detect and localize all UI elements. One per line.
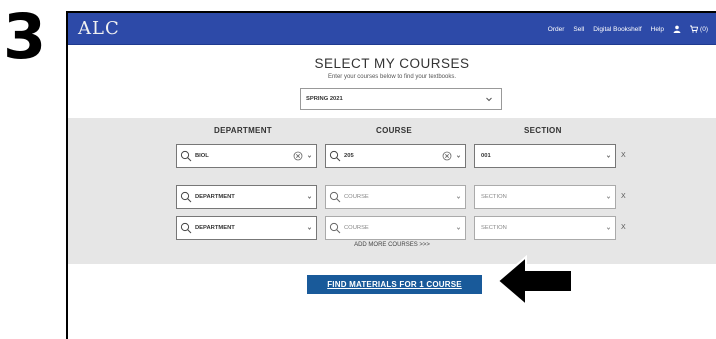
course-field[interactable]: COURSE	[325, 216, 466, 240]
course-field[interactable]: 205	[325, 144, 466, 168]
chevron-down-icon	[307, 155, 312, 158]
course-field[interactable]: COURSE	[325, 185, 466, 209]
nav-order[interactable]: Order	[548, 26, 565, 33]
top-nav: Order Sell Digital Bookshelf Help (0)	[548, 13, 708, 45]
department-value: BIOL	[195, 153, 209, 159]
search-icon	[329, 222, 341, 234]
section-header: SECTION	[524, 126, 562, 135]
site-logo[interactable]: ALC	[78, 18, 120, 39]
section-field[interactable]: SECTION	[474, 185, 616, 209]
remove-course-button[interactable]: X	[621, 152, 626, 159]
section-value: 001	[481, 153, 491, 159]
term-select[interactable]: SPRING 2021	[300, 88, 502, 110]
remove-course-button[interactable]: X	[621, 224, 626, 231]
course-placeholder: COURSE	[344, 225, 369, 231]
chevron-down-icon	[606, 227, 611, 230]
department-field[interactable]: DEPARTMENT	[176, 185, 317, 209]
cart-count: (0)	[700, 25, 708, 33]
course-header: COURSE	[376, 126, 413, 135]
section-placeholder: SECTION	[481, 194, 507, 200]
section-field[interactable]: SECTION	[474, 216, 616, 240]
chevron-down-icon	[307, 227, 312, 230]
cart-icon	[690, 25, 699, 33]
search-icon	[329, 150, 341, 162]
page-subtitle: Enter your courses below to find your te…	[327, 74, 457, 80]
chevron-down-icon	[606, 155, 611, 158]
clear-icon	[442, 151, 452, 161]
department-field[interactable]: BIOL	[176, 144, 317, 168]
search-icon	[180, 191, 192, 203]
course-placeholder: COURSE	[344, 194, 369, 200]
chevron-down-icon	[486, 97, 492, 102]
department-field[interactable]: DEPARTMENT	[176, 216, 317, 240]
user-icon[interactable]	[673, 25, 681, 33]
department-placeholder: DEPARTMENT	[195, 225, 235, 231]
nav-sell[interactable]: Sell	[573, 26, 584, 33]
pointer-arrow-icon	[496, 255, 573, 307]
nav-digital-bookshelf[interactable]: Digital Bookshelf	[593, 26, 641, 33]
cart-link[interactable]: (0)	[690, 25, 708, 33]
add-more-courses-link[interactable]: ADD MORE COURSES >>>	[68, 242, 716, 248]
remove-course-button[interactable]: X	[621, 193, 626, 200]
search-icon	[180, 150, 192, 162]
department-header: DEPARTMENT	[214, 126, 272, 135]
section-placeholder: SECTION	[481, 225, 507, 231]
step-number: 3	[3, 0, 46, 73]
section-field[interactable]: 001	[474, 144, 616, 168]
chevron-down-icon	[456, 227, 461, 230]
browser-window: ALC Order Sell Digital Bookshelf Help (0…	[66, 11, 716, 339]
nav-help[interactable]: Help	[651, 26, 664, 33]
chevron-down-icon	[456, 155, 461, 158]
chevron-down-icon	[307, 196, 312, 199]
department-placeholder: DEPARTMENT	[195, 194, 235, 200]
chevron-down-icon	[606, 196, 611, 199]
search-icon	[180, 222, 192, 234]
search-icon	[329, 191, 341, 203]
term-value: SPRING 2021	[306, 96, 343, 102]
top-navigation-bar: ALC Order Sell Digital Bookshelf Help (0…	[68, 13, 716, 45]
course-value: 205	[344, 153, 354, 159]
chevron-down-icon	[456, 196, 461, 199]
clear-icon	[293, 151, 303, 161]
find-materials-button[interactable]: FIND MATERIALS FOR 1 COURSE	[307, 275, 482, 294]
page-title: SELECT MY COURSES	[314, 56, 470, 71]
